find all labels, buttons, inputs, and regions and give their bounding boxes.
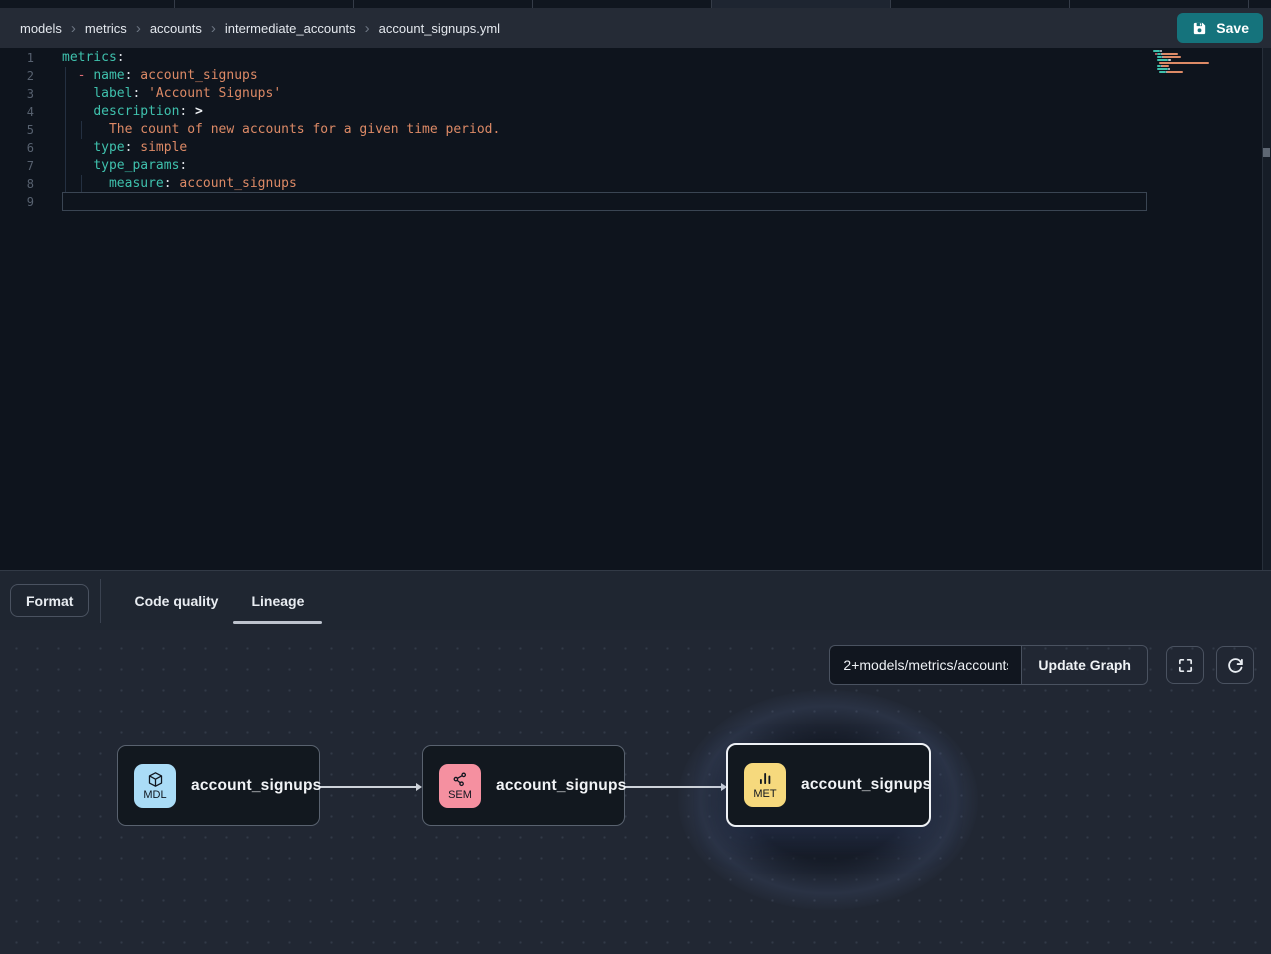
- update-graph-button[interactable]: Update Graph: [1021, 645, 1148, 685]
- active-line-highlight: [62, 192, 1147, 211]
- indent-guide: [81, 175, 82, 193]
- metric-badge: MET: [744, 763, 786, 807]
- save-button[interactable]: Save: [1177, 13, 1263, 43]
- tab-label: Code quality: [134, 593, 218, 609]
- code-line-text: metrics:: [62, 49, 125, 67]
- refresh-button[interactable]: [1216, 646, 1254, 684]
- tab-lineage[interactable]: Lineage: [251, 571, 304, 631]
- line-number: 8: [0, 175, 34, 193]
- format-button[interactable]: Format: [10, 584, 89, 617]
- code-line[interactable]: 8 measure: account_signups: [0, 175, 1271, 193]
- line-number: 5: [0, 121, 34, 139]
- node-title: account_signups: [496, 777, 626, 795]
- lineage-node-semantic-model[interactable]: SEM account_signups: [422, 745, 625, 826]
- code-line-text: label: 'Account Signups': [62, 85, 281, 103]
- floppy-disk-icon: [1191, 20, 1208, 37]
- indent-guide: [81, 121, 82, 139]
- refresh-icon: [1227, 657, 1244, 674]
- code-line-text: description: >: [62, 103, 203, 121]
- indent-guide: [65, 67, 66, 193]
- line-number: 3: [0, 85, 34, 103]
- editor-tabs-strip: [0, 0, 1271, 8]
- code-line[interactable]: 7 type_params:: [0, 157, 1271, 175]
- code-line-text: - name: account_signups: [62, 67, 258, 85]
- save-button-label: Save: [1216, 20, 1249, 36]
- breadcrumb-bar: models › metrics › accounts › intermediate_acc…: [0, 8, 1271, 48]
- cube-icon: [147, 771, 164, 788]
- code-line-text: The count of new accounts for a given ti…: [62, 121, 500, 139]
- semantic-model-badge: SEM: [439, 764, 481, 808]
- breadcrumb-item[interactable]: accounts: [150, 21, 202, 36]
- lineage-node-metric[interactable]: MET account_signups: [726, 743, 931, 827]
- badge-label: MDL: [143, 789, 166, 801]
- code-line[interactable]: 3 label: 'Account Signups': [0, 85, 1271, 103]
- line-number: 1: [0, 49, 34, 67]
- badge-label: SEM: [448, 789, 472, 801]
- breadcrumb-item[interactable]: models: [20, 21, 62, 36]
- editor-tab[interactable]: [175, 0, 354, 8]
- chevron-right-icon: ›: [71, 22, 76, 35]
- editor-tab[interactable]: [712, 0, 891, 8]
- code-line[interactable]: 4 description: >: [0, 103, 1271, 121]
- line-number: 2: [0, 67, 34, 85]
- line-number: 7: [0, 157, 34, 175]
- minimap[interactable]: [1153, 50, 1253, 77]
- code-line[interactable]: 5 The count of new accounts for a given …: [0, 121, 1271, 139]
- tab-label: Lineage: [251, 593, 304, 609]
- metric-bars-icon: [757, 770, 774, 787]
- model-badge: MDL: [134, 764, 176, 808]
- editor-tab[interactable]: [891, 0, 1070, 8]
- breadcrumb-item[interactable]: intermediate_accounts: [225, 21, 356, 36]
- editor-tab[interactable]: [0, 0, 175, 8]
- chevron-right-icon: ›: [365, 22, 370, 35]
- line-number: 6: [0, 139, 34, 157]
- code-line-text: type: simple: [62, 139, 187, 157]
- line-number: 9: [0, 193, 34, 211]
- scrollbar-thumb[interactable]: [1263, 148, 1270, 157]
- fullscreen-button[interactable]: [1166, 646, 1204, 684]
- lineage-selector-input[interactable]: [829, 645, 1021, 685]
- editor-tab[interactable]: [533, 0, 712, 8]
- breadcrumb-item[interactable]: metrics: [85, 21, 127, 36]
- lineage-canvas[interactable]: Update Graph: [0, 630, 1271, 954]
- lineage-node-model[interactable]: MDL account_signups: [117, 745, 320, 826]
- lineage-edge: [320, 786, 417, 788]
- fullscreen-icon: [1177, 657, 1194, 674]
- bottom-panel: Format Code quality Lineage: [0, 570, 1271, 630]
- panel-divider: [100, 579, 101, 623]
- chevron-right-icon: ›: [136, 22, 141, 35]
- editor-tab[interactable]: [1070, 0, 1249, 8]
- code-line[interactable]: 2 - name: account_signups: [0, 67, 1271, 85]
- editor-scrollbar[interactable]: [1262, 48, 1271, 570]
- semantic-model-icon: [452, 771, 469, 788]
- breadcrumb-item[interactable]: account_signups.yml: [379, 21, 500, 36]
- lineage-edge: [625, 786, 722, 788]
- tab-code-quality[interactable]: Code quality: [134, 571, 218, 631]
- code-editor[interactable]: 1metrics:2 - name: account_signups3 labe…: [0, 48, 1271, 570]
- editor-tab[interactable]: [1249, 0, 1271, 8]
- code-area: 1metrics:2 - name: account_signups3 labe…: [0, 48, 1271, 211]
- minimap-line: [1153, 74, 1253, 77]
- badge-label: MET: [753, 788, 776, 800]
- line-number: 4: [0, 103, 34, 121]
- node-title: account_signups: [801, 776, 931, 794]
- chevron-right-icon: ›: [211, 22, 216, 35]
- ide-window: models › metrics › accounts › intermediate_acc…: [0, 0, 1271, 954]
- code-line-text: type_params:: [62, 157, 187, 175]
- editor-tab[interactable]: [354, 0, 533, 8]
- breadcrumb: models › metrics › accounts › intermediate_acc…: [20, 21, 500, 36]
- node-title: account_signups: [191, 777, 321, 795]
- code-line[interactable]: 1 metrics:: [0, 49, 1271, 67]
- lineage-controls: Update Graph: [829, 645, 1254, 685]
- code-line-text: measure: account_signups: [62, 175, 297, 193]
- code-line[interactable]: 6 type: simple: [0, 139, 1271, 157]
